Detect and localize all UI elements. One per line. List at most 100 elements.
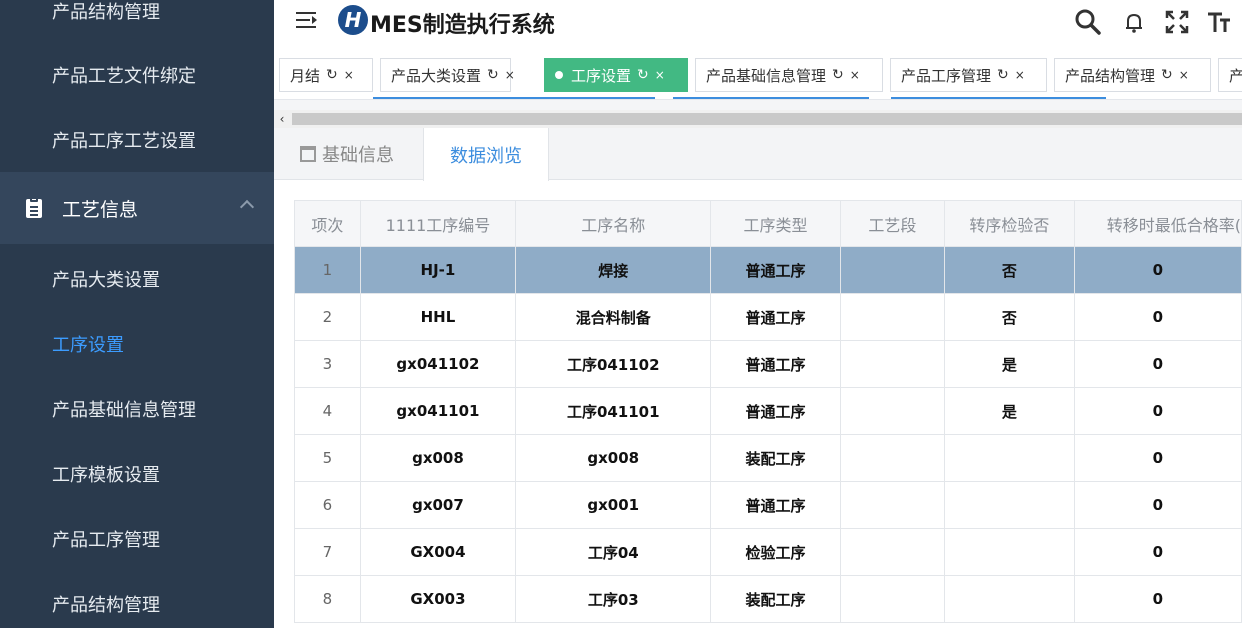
- fullscreen-icon[interactable]: [1163, 8, 1191, 36]
- tab-underline: [373, 97, 655, 99]
- font-size-icon[interactable]: [1204, 8, 1232, 36]
- cell-segment: [839, 575, 946, 623]
- close-icon[interactable]: ×: [344, 68, 354, 82]
- cell-name: gx008: [515, 434, 712, 482]
- sidebar-item-label: 产品结构管理: [52, 1, 160, 23]
- sidebar-item-label: 工序模板设置: [52, 464, 160, 486]
- cell-inspect: [944, 575, 1075, 623]
- refresh-icon[interactable]: ↻: [997, 67, 1009, 83]
- calendar-icon: [300, 146, 316, 162]
- cell-segment: [839, 293, 946, 341]
- table-row[interactable]: 3 gx041102 工序041102 普通工序 是 0: [294, 340, 1242, 388]
- table-row[interactable]: 8 GX003 工序03 装配工序 0: [294, 575, 1242, 623]
- sidebar-item-product-structure-top[interactable]: 产品结构管理: [0, 0, 274, 43]
- table-row[interactable]: 5 gx008 gx008 装配工序 0: [294, 434, 1242, 482]
- sidebar-item-label: 产品工艺文件绑定: [52, 65, 196, 87]
- table-row[interactable]: 7 GX004 工序04 检验工序 0: [294, 528, 1242, 576]
- sidebar-item-product-structure[interactable]: 产品结构管理: [0, 571, 274, 628]
- cell-segment: [839, 434, 946, 482]
- sidebar-section-craft-info[interactable]: 工艺信息: [0, 172, 274, 244]
- column-header-index[interactable]: 项次: [294, 200, 361, 247]
- cell-segment: [839, 387, 946, 435]
- tab-basic-info[interactable]: 基础信息: [274, 128, 420, 180]
- column-header-name[interactable]: 工序名称: [515, 200, 712, 247]
- cell-min-pass-rate: 0: [1073, 246, 1242, 294]
- column-header-segment[interactable]: 工艺段: [839, 200, 946, 247]
- cell-name: 混合料制备: [515, 293, 712, 341]
- close-icon[interactable]: ×: [850, 68, 860, 82]
- cell-type: 装配工序: [710, 575, 841, 623]
- cell-type: 普通工序: [710, 340, 841, 388]
- tab-underline: [891, 97, 1106, 99]
- cell-index: 3: [294, 340, 361, 388]
- scrollbar-thumb[interactable]: [292, 113, 1242, 125]
- column-header-type[interactable]: 工序类型: [710, 200, 841, 247]
- close-icon[interactable]: ×: [1015, 68, 1025, 82]
- refresh-icon[interactable]: ↻: [326, 67, 338, 83]
- refresh-icon[interactable]: ↻: [637, 67, 649, 83]
- cell-min-pass-rate: 0: [1073, 575, 1242, 623]
- tags-view-bar: 月结 ↻ × 产品大类设置 ↻ × 工序设置 ↻ × 产品基础信息管理 ↻ × …: [274, 52, 1242, 100]
- bell-icon[interactable]: [1120, 8, 1148, 36]
- close-icon[interactable]: ×: [655, 68, 665, 82]
- cell-type: 普通工序: [710, 481, 841, 529]
- sidebar-item-product-basic-info[interactable]: 产品基础信息管理: [0, 376, 274, 441]
- scroll-left-arrow-icon[interactable]: ‹: [274, 110, 290, 128]
- tab-product-category[interactable]: 产品大类设置 ↻ ×: [380, 58, 515, 92]
- cell-index: 6: [294, 481, 361, 529]
- horizontal-scrollbar[interactable]: ‹: [274, 110, 1242, 128]
- cell-name: 工序041102: [515, 340, 712, 388]
- content-tabs: 基础信息 数据浏览: [274, 128, 1242, 181]
- refresh-icon[interactable]: ↻: [487, 67, 499, 83]
- sidebar-item-process-setting[interactable]: 工序设置: [0, 311, 274, 376]
- cell-min-pass-rate: 0: [1073, 481, 1242, 529]
- sidebar-item-product-process-manage[interactable]: 产品工序管理: [0, 506, 274, 571]
- sidebar-item-label: 产品结构管理: [52, 594, 160, 616]
- tab-product-basic-info[interactable]: 产品基础信息管理 ↻ ×: [695, 58, 883, 92]
- tab-process-setting[interactable]: 工序设置 ↻ ×: [544, 58, 688, 92]
- column-header-code[interactable]: 1111工序编号: [359, 200, 517, 247]
- sidebar-item-product-category[interactable]: 产品大类设置: [0, 246, 274, 311]
- cell-code: gx041101: [359, 387, 517, 435]
- tab-overflow[interactable]: 产: [1218, 58, 1242, 92]
- tab-product-structure[interactable]: 产品结构管理 ↻ ×: [1054, 58, 1211, 92]
- tab-label: 数据浏览: [450, 145, 522, 167]
- column-header-min-pass-rate[interactable]: 转移时最低合格率(: [1073, 200, 1242, 247]
- tab-label: 产品工序管理: [901, 66, 992, 85]
- tab-data-browse[interactable]: 数据浏览: [423, 128, 549, 181]
- cell-inspect: [944, 481, 1075, 529]
- table-row[interactable]: 1 HJ-1 焊接 普通工序 否 0: [294, 246, 1242, 294]
- table-row[interactable]: 2 HHL 混合料制备 普通工序 否 0: [294, 293, 1242, 341]
- cell-min-pass-rate: 0: [1073, 434, 1242, 482]
- sidebar-section-label: 工艺信息: [62, 198, 139, 221]
- refresh-icon[interactable]: ↻: [832, 67, 844, 83]
- logo-letter: H: [344, 8, 362, 32]
- tab-month-end[interactable]: 月结 ↻ ×: [279, 58, 373, 92]
- sidebar-item-process-file-binding[interactable]: 产品工艺文件绑定: [0, 42, 274, 107]
- cell-name: 工序04: [515, 528, 712, 576]
- table-row[interactable]: 4 gx041101 工序041101 普通工序 是 0: [294, 387, 1242, 435]
- cell-inspect: 是: [944, 387, 1075, 435]
- sidebar-item-process-craft-setting[interactable]: 产品工序工艺设置: [0, 107, 274, 172]
- cell-segment: [839, 340, 946, 388]
- search-icon[interactable]: [1074, 8, 1102, 36]
- menu-toggle-icon[interactable]: [296, 10, 318, 30]
- table-row[interactable]: 6 gx007 gx001 普通工序 0: [294, 481, 1242, 529]
- tab-product-process-manage[interactable]: 产品工序管理 ↻ ×: [890, 58, 1047, 92]
- cell-index: 4: [294, 387, 361, 435]
- column-header-inspect[interactable]: 转序检验否: [944, 200, 1075, 247]
- cell-name: 工序041101: [515, 387, 712, 435]
- cell-index: 2: [294, 293, 361, 341]
- app-title: MES制造执行系统: [370, 13, 555, 38]
- top-header: H MES制造执行系统: [274, 0, 1242, 52]
- cell-inspect: 否: [944, 293, 1075, 341]
- tab-label: 产: [1229, 65, 1242, 86]
- cell-type: 普通工序: [710, 387, 841, 435]
- chevron-up-icon: [239, 199, 255, 215]
- sidebar-item-process-template[interactable]: 工序模板设置: [0, 441, 274, 506]
- close-icon[interactable]: ×: [1179, 68, 1189, 82]
- close-icon[interactable]: ×: [505, 68, 515, 82]
- tab-label: 基础信息: [322, 145, 394, 166]
- refresh-icon[interactable]: ↻: [1161, 67, 1173, 83]
- table-header-row: 项次 1111工序编号 工序名称 工序类型 工艺段 转序检验否 转移时最低合格率…: [294, 200, 1242, 247]
